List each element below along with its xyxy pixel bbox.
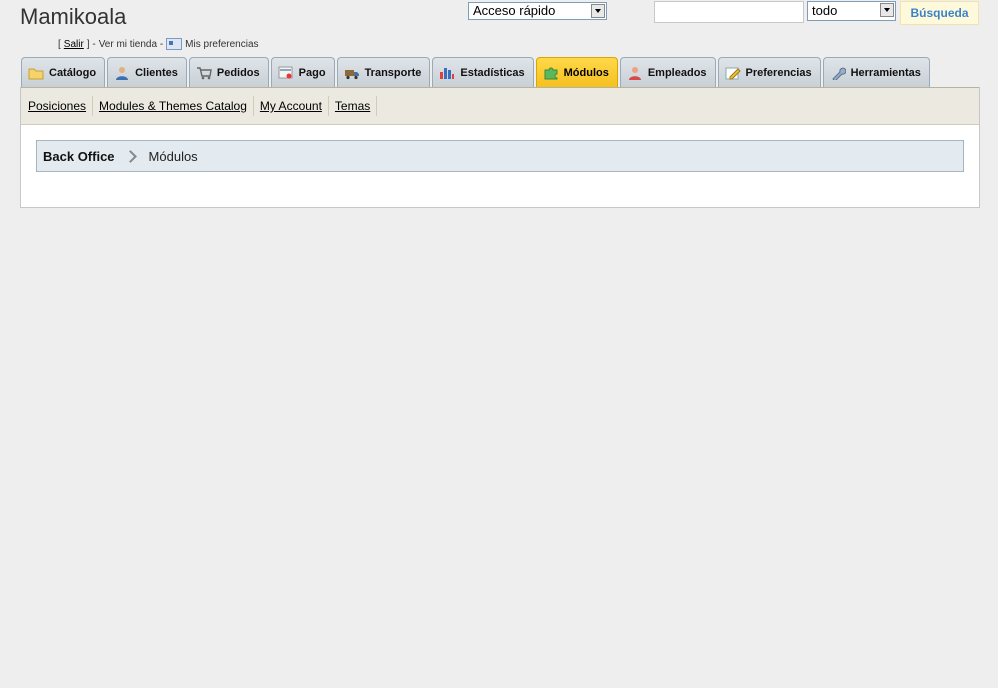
subtab-modules-themes-catalog[interactable]: Modules & Themes Catalog [93, 96, 254, 116]
main-tabs: Catálogo Clientes Pedidos Pago Transport… [21, 57, 930, 87]
chevron-down-icon[interactable] [880, 3, 894, 17]
search-scope-select[interactable]: todo [807, 1, 896, 21]
user-bar: [ Salir ] - Ver mi tienda - Mis preferen… [58, 38, 259, 50]
chevron-down-icon[interactable] [591, 4, 605, 18]
breadcrumb-root[interactable]: Back Office [43, 149, 115, 164]
my-preferences-link[interactable]: Mis preferencias [185, 39, 258, 50]
tab-tools[interactable]: Herramientas [822, 57, 930, 87]
tab-orders[interactable]: Pedidos [188, 57, 269, 87]
search-input[interactable] [654, 1, 804, 23]
logout-bracket-close: ] - [86, 38, 96, 50]
quick-access-value: Acceso rápido [473, 3, 556, 18]
tab-preferences[interactable]: Preferencias [717, 57, 821, 87]
tab-modules[interactable]: Módulos [535, 57, 618, 87]
tab-label: Clientes [135, 66, 178, 79]
tab-label: Herramientas [850, 66, 921, 79]
subtab-themes[interactable]: Temas [329, 96, 378, 116]
breadcrumb: Back Office Módulos [36, 140, 964, 172]
tab-employees[interactable]: Empleados [619, 57, 716, 87]
chevron-right-icon [123, 149, 137, 163]
tab-payment[interactable]: Pago [270, 57, 335, 87]
user-icon [114, 66, 130, 80]
subtab-my-account[interactable]: My Account [254, 96, 329, 116]
shop-name: Mamikoala [20, 4, 127, 29]
tab-label: Pedidos [216, 66, 260, 79]
subtab-positions[interactable]: Posiciones [28, 96, 94, 116]
search-scope-value: todo [812, 3, 838, 18]
tab-label: Preferencias [745, 66, 812, 79]
folder-icon [28, 66, 44, 80]
subtab-bar: Posiciones Modules & Themes Catalog My A… [21, 87, 979, 125]
breadcrumb-current: Módulos [148, 148, 198, 164]
content-panel: Posiciones Modules & Themes Catalog My A… [20, 87, 980, 208]
preferences-card-icon [166, 38, 183, 50]
tab-catalog[interactable]: Catálogo [21, 57, 106, 87]
logout-link[interactable]: Salir [64, 39, 84, 50]
tab-label: Pago [298, 66, 326, 79]
payment-icon [278, 66, 294, 80]
cart-icon [196, 66, 212, 80]
employee-icon [627, 66, 643, 80]
search-button[interactable]: Búsqueda [900, 1, 979, 25]
preferences-icon [725, 66, 741, 80]
truck-icon [344, 66, 360, 80]
quick-access-select[interactable]: Acceso rápido [468, 2, 607, 20]
tab-label: Transporte [364, 66, 422, 79]
tab-label: Empleados [647, 66, 707, 79]
tab-customers[interactable]: Clientes [107, 57, 187, 87]
tab-shipping[interactable]: Transporte [336, 57, 431, 87]
view-shop-link[interactable]: Ver mi tienda - [99, 39, 163, 50]
puzzle-icon [543, 66, 559, 80]
wrench-icon [830, 66, 846, 82]
bar-chart-icon [439, 66, 455, 80]
tab-label: Módulos [563, 66, 609, 79]
tab-label: Catálogo [49, 66, 97, 79]
tab-label: Estadísticas [460, 66, 525, 79]
tab-stats[interactable]: Estadísticas [432, 57, 534, 87]
logout-bracket-open: [ [58, 38, 61, 50]
